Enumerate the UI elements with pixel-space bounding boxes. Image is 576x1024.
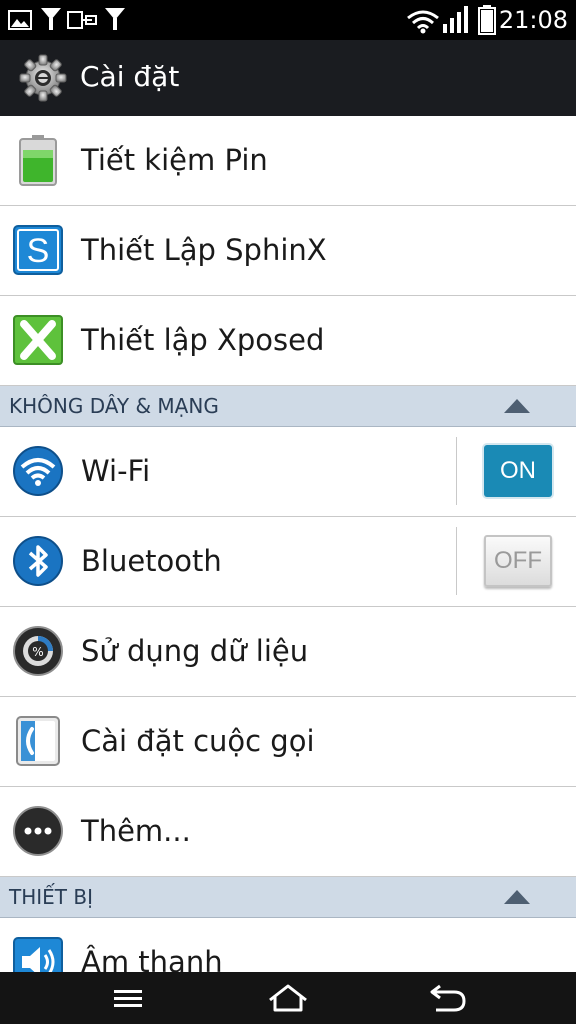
battery-saver-icon (19, 135, 57, 186)
signal-icon (443, 6, 468, 33)
wifi-icon (407, 10, 439, 34)
bluetooth-icon (13, 536, 63, 586)
setting-item-more[interactable]: Thêm... (0, 787, 576, 877)
section-header-wireless[interactable]: KHÔNG DÂY & MẠNG (0, 386, 576, 427)
setting-item-xposed[interactable]: Thiết lập Xposed (0, 296, 576, 386)
setting-label: Wi-Fi (81, 454, 151, 488)
status-bar: 21:08 (0, 0, 576, 40)
section-header-device[interactable]: THIẾT BỊ (0, 877, 576, 918)
download-icon (41, 8, 61, 30)
call-settings-icon (16, 716, 60, 766)
battery-icon (478, 5, 496, 35)
usb-icon (67, 11, 97, 29)
setting-label: Sử dụng dữ liệu (81, 634, 309, 668)
image-icon (8, 10, 32, 30)
setting-label: Thiết lập Xposed (81, 323, 325, 357)
page-title: Cài đặt (80, 60, 180, 93)
wifi-toggle[interactable]: ON (484, 445, 552, 497)
divider (456, 527, 457, 595)
settings-list: Tiết kiệm Pin S Thiết Lập SphinX Thiết l… (0, 116, 576, 1008)
bluetooth-toggle[interactable]: OFF (484, 535, 552, 587)
navigation-bar (0, 972, 576, 1024)
setting-item-data-usage[interactable]: % Sử dụng dữ liệu (0, 607, 576, 697)
more-icon (13, 806, 63, 856)
setting-item-sphinx[interactable]: S Thiết Lập SphinX (0, 206, 576, 296)
menu-icon[interactable] (98, 980, 158, 1016)
xposed-icon (13, 315, 63, 365)
back-icon[interactable] (416, 980, 476, 1016)
sphinx-icon: S (13, 225, 63, 275)
setting-label: Tiết kiệm Pin (81, 143, 268, 177)
collapse-caret-icon[interactable] (504, 890, 530, 904)
action-bar: Cài đặt (0, 40, 576, 116)
setting-item-bluetooth[interactable]: Bluetooth OFF (0, 517, 576, 607)
svg-text:S: S (27, 232, 50, 270)
wifi-icon (13, 446, 63, 496)
gear-icon[interactable] (18, 53, 68, 103)
setting-item-call-settings[interactable]: Cài đặt cuộc gọi (0, 697, 576, 787)
data-usage-icon: % (13, 626, 63, 676)
status-time: 21:08 (498, 6, 568, 34)
section-header-label: THIẾT BỊ (9, 885, 93, 909)
setting-item-wifi[interactable]: Wi-Fi ON (0, 427, 576, 517)
setting-item-battery-saver[interactable]: Tiết kiệm Pin (0, 116, 576, 206)
collapse-caret-icon[interactable] (504, 399, 530, 413)
setting-label: Bluetooth (81, 544, 222, 578)
setting-label: Cài đặt cuộc gọi (81, 724, 315, 758)
download-icon (105, 8, 125, 30)
setting-label: Thêm... (81, 814, 191, 848)
section-header-label: KHÔNG DÂY & MẠNG (9, 394, 219, 418)
home-icon[interactable] (258, 980, 318, 1016)
setting-label: Thiết Lập SphinX (81, 233, 327, 267)
svg-text:%: % (32, 645, 43, 659)
divider (456, 437, 457, 505)
